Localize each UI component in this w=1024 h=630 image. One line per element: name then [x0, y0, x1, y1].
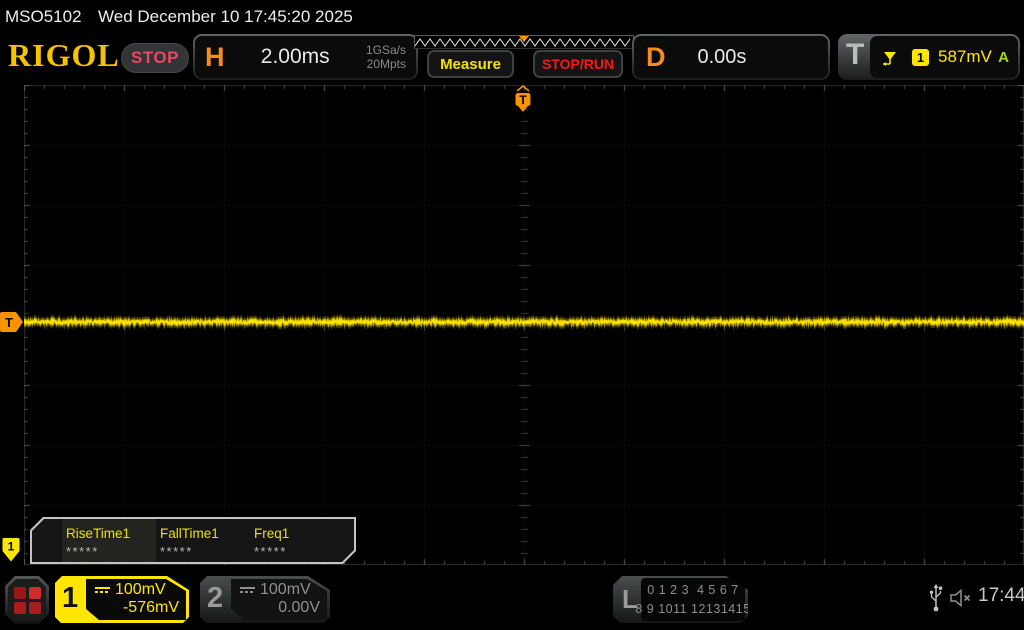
waveform-preview-strip[interactable] — [414, 35, 634, 49]
measurement-value: ***** — [160, 544, 193, 559]
grid-square — [14, 587, 26, 599]
horizontal-settings-inner: H 2.00ms 1GSa/s 20Mpts — [195, 36, 416, 78]
trigger-level-value: 587mV — [938, 47, 992, 66]
svg-text:T: T — [519, 93, 527, 107]
trigger-mode-badge: A — [998, 48, 1009, 66]
svg-text:T: T — [5, 315, 13, 330]
waveform-display — [24, 85, 1024, 565]
header-toolbar: RIGOL STOP H 2.00ms 1GSa/s 20Mpts Measur… — [0, 32, 1024, 84]
measurement-item[interactable]: RiseTime1 ***** — [62, 519, 156, 562]
svg-text:1: 1 — [8, 540, 15, 554]
bottom-bar: 1 100mV -576mV 2 100mV 0.00V L 0 1 2 3 4… — [0, 570, 1024, 630]
stop-run-button[interactable]: STOP/RUN — [533, 50, 623, 78]
horizontal-settings-button[interactable]: H 2.00ms 1GSa/s 20Mpts — [193, 34, 418, 80]
measurement-panel-body: RiseTime1 ***** FallTime1 ***** Freq1 **… — [32, 519, 354, 562]
channel1-number: 1 — [62, 582, 79, 614]
measurement-label: Freq1 — [254, 526, 290, 541]
timebase-value: 2.00ms — [260, 45, 330, 68]
trigger-position-marker[interactable]: T — [514, 85, 532, 113]
delay-label: D — [646, 41, 666, 72]
model-name: MSO5102 — [5, 7, 82, 26]
trigger-settings-button[interactable]: T 1 587mV A — [838, 34, 1020, 80]
logic-channel-list: 0 1 2 3 4 5 6 7 8 9 1011 12131415 — [641, 578, 745, 621]
channel1-offset: -576mV — [122, 599, 179, 616]
logic-channels-button[interactable]: L 0 1 2 3 4 5 6 7 8 9 1011 12131415 — [613, 576, 748, 623]
oscilloscope-screen: MSO5102 Wed December 10 17:45:20 2025 RI… — [0, 0, 1024, 630]
measurement-panel[interactable]: RiseTime1 ***** FallTime1 ***** Freq1 **… — [30, 517, 356, 564]
grid-menu-button[interactable] — [5, 576, 49, 624]
channel1-scale: 100mV — [115, 581, 166, 598]
usb-icon — [929, 584, 943, 612]
logic-row-1: 0 1 2 3 4 5 6 7 — [647, 582, 739, 597]
grid-icon — [8, 579, 46, 621]
trigger-level-marker[interactable]: T — [0, 312, 24, 332]
channel1-info: 100mV -576mV — [86, 579, 186, 620]
channel1-position-marker[interactable]: 1 — [2, 538, 20, 562]
measurement-label: RiseTime1 — [66, 526, 131, 541]
measurement-label: FallTime1 — [160, 526, 219, 541]
delay-settings-inner: D 0.00s — [634, 36, 828, 78]
grid-square — [29, 587, 41, 599]
channel1-button[interactable]: 1 100mV -576mV — [55, 576, 189, 623]
status-bar: MSO5102 Wed December 10 17:45:20 2025 — [0, 0, 1024, 32]
rigol-logo: RIGOL — [8, 37, 120, 73]
channel2-button[interactable]: 2 100mV 0.00V — [200, 576, 330, 623]
datetime-text: Wed December 10 17:45:20 2025 — [98, 7, 353, 26]
delay-value: 0.00s — [697, 45, 747, 68]
channel2-offset: 0.00V — [278, 599, 320, 616]
graticule: T T 1 RiseTime1 ***** FallTime1 ***** Fr… — [0, 85, 1024, 565]
trigger-source-badge: 1 — [912, 48, 929, 66]
clock-display: 17:44 — [978, 585, 1024, 606]
dc-coupling-icon — [240, 587, 255, 593]
speaker-muted-icon[interactable] — [948, 587, 974, 609]
measurement-value: ***** — [66, 544, 99, 559]
dc-coupling-icon — [95, 587, 110, 593]
sample-rate-block: 1GSa/s 20Mpts — [366, 43, 406, 72]
measure-button[interactable]: Measure — [427, 50, 514, 78]
measurement-item[interactable]: FallTime1 ***** — [156, 519, 250, 562]
edge-trigger-icon — [883, 52, 896, 66]
measurement-item[interactable]: Freq1 ***** — [250, 519, 344, 562]
grid-square — [14, 602, 26, 614]
channel2-scale: 100mV — [260, 581, 311, 598]
preview-trigger-position-icon — [519, 36, 529, 42]
measurement-value: ***** — [254, 544, 287, 559]
channel2-info: 100mV 0.00V — [231, 579, 327, 620]
delay-settings-button[interactable]: D 0.00s — [632, 34, 830, 80]
channel2-number: 2 — [207, 582, 224, 614]
trigger-label: T — [846, 38, 865, 71]
sample-rate-value: 1GSa/s — [365, 42, 406, 57]
memory-depth-value: 20Mpts — [366, 57, 406, 71]
horizontal-label: H — [205, 41, 225, 72]
trigger-settings-inner: 1 587mV A — [870, 36, 1018, 78]
run-state-badge[interactable]: STOP — [121, 43, 189, 73]
grid-square — [29, 602, 41, 614]
logic-row-2: 8 9 1011 12131415 — [635, 601, 751, 616]
